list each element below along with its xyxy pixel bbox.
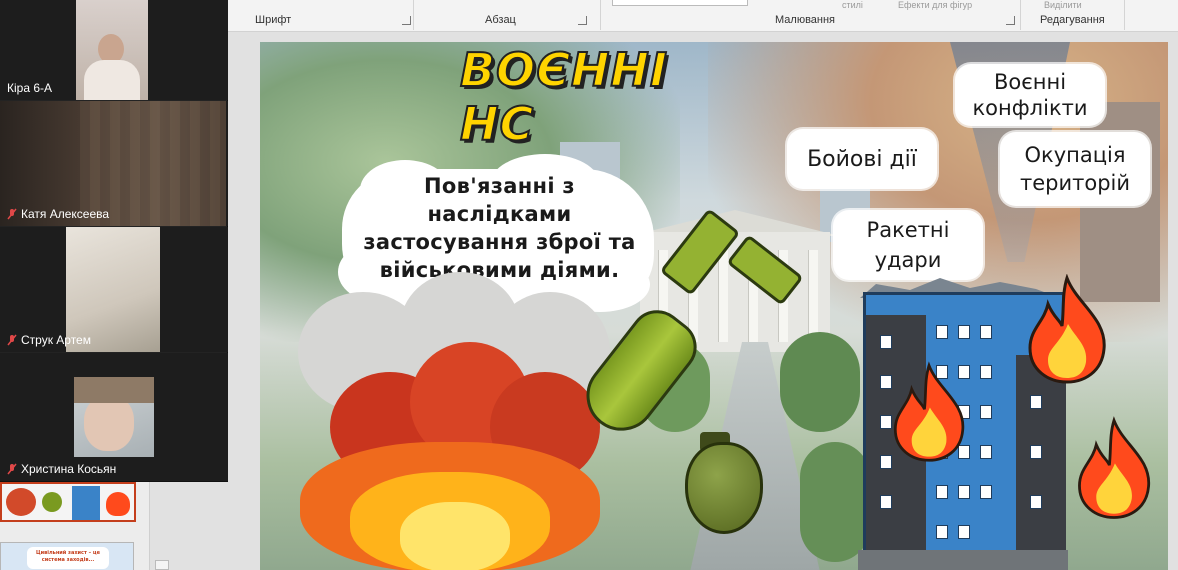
participant-video bbox=[74, 377, 154, 457]
grenade-graphic bbox=[685, 442, 763, 534]
building-window bbox=[936, 485, 948, 499]
hedge-graphic bbox=[780, 332, 860, 432]
video-call-panel: Кіра 6-А Катя Алексеева Струк Артем Хрис… bbox=[0, 0, 228, 482]
thumb-flame-shape bbox=[106, 492, 130, 516]
building-window bbox=[880, 495, 892, 509]
ribbon-group-editing[interactable]: Редагування bbox=[1040, 14, 1105, 26]
building-window bbox=[958, 485, 970, 499]
thumbnail-scroll-button[interactable] bbox=[155, 560, 169, 570]
participant-name-label: Кіра 6-А bbox=[7, 81, 53, 95]
ribbon-group-font[interactable]: Шрифт bbox=[255, 14, 291, 26]
ribbon-group-drawing[interactable]: Малювання bbox=[775, 14, 835, 26]
ribbon-group-paragraph[interactable]: Абзац bbox=[485, 14, 516, 26]
bubble-territory-occupation[interactable]: Окупація територій bbox=[1000, 132, 1150, 206]
participant-tile[interactable]: Христина Косьян bbox=[0, 353, 228, 481]
participant-name: Струк Артем bbox=[7, 333, 91, 347]
participant-name-label: Христина Косьян bbox=[21, 462, 117, 476]
flame-icon bbox=[1028, 274, 1106, 384]
building-window bbox=[980, 485, 992, 499]
slide-thumbnail-next[interactable]: Цивільний захист – це система заходів... bbox=[0, 542, 134, 570]
mic-muted-icon bbox=[7, 463, 17, 475]
drawing-dialog-launcher-icon[interactable] bbox=[1006, 16, 1015, 25]
ribbon-separator bbox=[600, 0, 601, 30]
building-window bbox=[980, 325, 992, 339]
participant-name: Христина Косьян bbox=[7, 462, 116, 476]
flame-icon bbox=[893, 361, 965, 462]
temple-column bbox=[808, 250, 818, 342]
thumb-explosion-shape bbox=[6, 488, 36, 516]
participant-body bbox=[84, 60, 140, 100]
bubble-combat-actions[interactable]: Бойові дії bbox=[787, 129, 937, 189]
participant-hair bbox=[74, 377, 154, 403]
bubble-military-conflicts[interactable]: Воєнні конфлікти bbox=[955, 64, 1105, 126]
building-rubble bbox=[858, 550, 1068, 570]
slide-title[interactable]: ВОЄННІ НС bbox=[459, 42, 750, 152]
participant-face bbox=[84, 395, 134, 451]
building-window bbox=[958, 525, 970, 539]
participant-tile[interactable]: Катя Алексеева bbox=[0, 101, 228, 226]
shape-gallery[interactable] bbox=[612, 0, 748, 6]
temple-column bbox=[718, 250, 728, 342]
participant-name: Катя Алексеева bbox=[7, 207, 109, 221]
building-window bbox=[980, 405, 992, 419]
thumb-next-text: Цивільний захист – це система заходів... bbox=[27, 547, 109, 569]
building-window bbox=[1030, 445, 1042, 459]
participant-name-label: Катя Алексеева bbox=[21, 207, 110, 221]
ribbon-separator bbox=[1020, 0, 1021, 30]
app-window: Шрифт Абзац стилі Ефекти для фігур Малюв… bbox=[0, 0, 1178, 570]
paragraph-dialog-launcher-icon[interactable] bbox=[578, 16, 587, 25]
quick-styles-label[interactable]: стилі bbox=[842, 0, 863, 10]
slide-canvas[interactable]: ВОЄННІ НС Пов'язанні з наслідками застос… bbox=[260, 42, 1168, 570]
flame-icon bbox=[1078, 416, 1150, 519]
building-window bbox=[1030, 495, 1042, 509]
building-window bbox=[936, 325, 948, 339]
mic-muted-icon bbox=[7, 334, 17, 346]
ribbon-separator bbox=[1124, 0, 1125, 30]
hedge-graphic bbox=[800, 442, 870, 562]
participant-name: Кіра 6-А bbox=[7, 81, 52, 95]
ribbon-separator bbox=[413, 0, 414, 30]
participant-video bbox=[76, 0, 148, 100]
building-window bbox=[936, 525, 948, 539]
participant-tile[interactable]: Струк Артем bbox=[0, 227, 228, 352]
mic-muted-icon bbox=[7, 208, 17, 220]
thumb-building-shape bbox=[72, 486, 100, 520]
building-window bbox=[980, 365, 992, 379]
explosion-core bbox=[400, 502, 510, 570]
slide-thumbnail-current[interactable] bbox=[0, 482, 136, 522]
select-label[interactable]: Виділити bbox=[1044, 0, 1082, 10]
font-dialog-launcher-icon[interactable] bbox=[402, 16, 411, 25]
thumb-bomb-shape bbox=[42, 492, 62, 512]
participant-name-label: Струк Артем bbox=[21, 333, 91, 347]
participant-tile[interactable]: Кіра 6-А bbox=[0, 0, 228, 100]
building-window bbox=[980, 445, 992, 459]
building-window bbox=[958, 325, 970, 339]
shape-effects-label[interactable]: Ефекти для фігур bbox=[898, 0, 972, 10]
building-window bbox=[880, 335, 892, 349]
slide-description[interactable]: Пов'язанні з наслідками застосування збр… bbox=[352, 172, 647, 302]
bubble-missile-strikes[interactable]: Ракетні удари bbox=[833, 210, 983, 280]
building-window bbox=[1030, 395, 1042, 409]
